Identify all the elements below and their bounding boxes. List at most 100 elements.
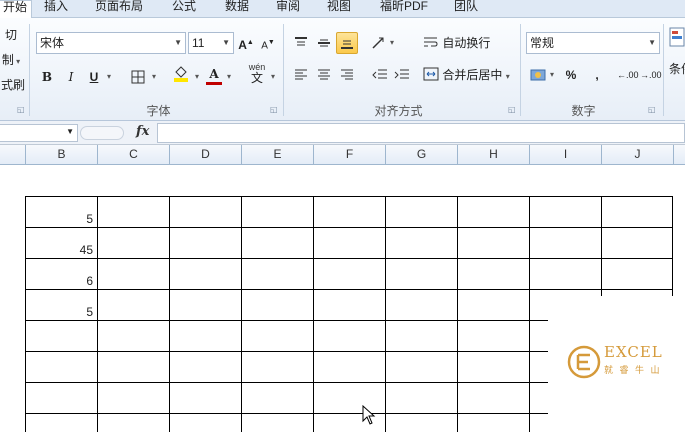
- font-name-combo[interactable]: 宋体 ▼: [36, 32, 186, 54]
- name-box-resize-handle[interactable]: [80, 126, 124, 140]
- align-bottom-button[interactable]: [336, 32, 358, 54]
- font-size-combo[interactable]: 11 ▼: [188, 32, 234, 54]
- cell-b-value[interactable]: 6: [26, 274, 96, 288]
- chevron-down-icon: ▼: [174, 38, 182, 47]
- tab-page-layout[interactable]: 页面布局: [95, 0, 143, 18]
- column-header-f[interactable]: F: [313, 145, 385, 165]
- phonetic-char: 文: [250, 71, 263, 85]
- group-divider: [283, 24, 284, 116]
- copy-button[interactable]: 制 ▾: [0, 49, 22, 71]
- decrease-decimal-button[interactable]: →.00: [640, 64, 662, 86]
- align-right-icon: [341, 69, 353, 80]
- insert-function-icon[interactable]: fx: [136, 124, 149, 139]
- font-color-button[interactable]: A: [205, 63, 223, 85]
- percent-button[interactable]: %: [563, 64, 579, 86]
- font-launcher-icon[interactable]: ◱: [270, 105, 278, 114]
- shrink-font-button[interactable]: A▼: [260, 32, 276, 54]
- underline-button[interactable]: U: [84, 66, 104, 88]
- align-right-button[interactable]: [337, 64, 357, 86]
- grid-line: [25, 289, 673, 290]
- font-color-swatch: [206, 82, 222, 85]
- decrease-indent-icon: [372, 69, 387, 79]
- name-box[interactable]: ▼: [0, 124, 78, 142]
- orientation-button[interactable]: [370, 32, 388, 54]
- increase-indent-icon: [394, 69, 409, 79]
- chevron-down-icon[interactable]: ▾: [548, 64, 556, 86]
- wrap-text-button[interactable]: 自动换行: [423, 32, 495, 54]
- align-left-button[interactable]: [291, 64, 311, 86]
- ribbon: 切 制 ▾ 式刷 ◱ 宋体 ▼ 11 ▼ A▲ A▼ B I U ▾ ▾ ▾ A…: [0, 18, 685, 121]
- conditional-format-button[interactable]: [668, 26, 685, 56]
- clipboard-launcher-icon[interactable]: ◱: [17, 105, 25, 114]
- column-header-h[interactable]: H: [457, 145, 529, 165]
- alignment-launcher-icon[interactable]: ◱: [508, 105, 516, 114]
- column-header-k-partial[interactable]: [673, 145, 685, 165]
- borders-icon: [131, 70, 145, 84]
- tab-review[interactable]: 审阅: [276, 0, 300, 18]
- align-middle-button[interactable]: [314, 32, 334, 54]
- tab-insert[interactable]: 插入: [44, 0, 68, 18]
- border-button[interactable]: [128, 66, 148, 88]
- group-divider: [29, 24, 30, 116]
- font-group-label: 字体: [146, 104, 171, 118]
- merge-center-button[interactable]: 合并后居中 ▾: [423, 64, 515, 86]
- tab-data[interactable]: 数据: [225, 0, 249, 18]
- align-center-button[interactable]: [314, 64, 334, 86]
- chevron-down-icon[interactable]: ▾: [224, 66, 234, 88]
- cell-b-value[interactable]: 45: [26, 243, 96, 257]
- conditional-format-label: 条件: [669, 62, 685, 76]
- chevron-down-icon[interactable]: ▾: [388, 32, 396, 54]
- column-header-i[interactable]: I: [529, 145, 601, 165]
- grid-line: [457, 196, 458, 432]
- align-top-button[interactable]: [291, 32, 311, 54]
- column-header-c[interactable]: C: [97, 145, 169, 165]
- align-center-icon: [318, 69, 330, 80]
- number-launcher-icon[interactable]: ◱: [648, 105, 656, 114]
- cell-b-value[interactable]: 5: [26, 305, 96, 319]
- tab-view[interactable]: 视图: [327, 0, 351, 18]
- merge-center-label: 合并后居中: [442, 68, 503, 82]
- column-header-j[interactable]: J: [601, 145, 673, 165]
- comma-style-button[interactable]: ,: [590, 64, 604, 86]
- merge-center-icon: [423, 67, 439, 81]
- fill-color-button[interactable]: [171, 64, 191, 86]
- column-header-a-partial[interactable]: [0, 145, 25, 165]
- cell-b-value[interactable]: 5: [26, 212, 96, 226]
- italic-button[interactable]: I: [62, 66, 80, 88]
- font-size-value: 11: [192, 36, 205, 50]
- decrease-indent-button[interactable]: [370, 64, 390, 86]
- cut-button[interactable]: 切: [0, 24, 22, 46]
- column-header-d[interactable]: D: [169, 145, 241, 165]
- bold-button[interactable]: B: [38, 66, 56, 88]
- number-format-combo[interactable]: 常规 ▼: [526, 32, 660, 54]
- column-header-b[interactable]: B: [25, 145, 97, 165]
- grid-line: [25, 258, 673, 259]
- tab-home[interactable]: 开始: [0, 0, 33, 19]
- currency-icon: [530, 69, 546, 81]
- tab-team[interactable]: 团队: [454, 0, 478, 18]
- formula-input[interactable]: [157, 123, 685, 143]
- chevron-down-icon[interactable]: ▾: [268, 66, 278, 88]
- grid-line: [169, 196, 170, 432]
- tab-formulas[interactable]: 公式: [172, 0, 196, 18]
- phonetic-button[interactable]: wén 文: [247, 62, 267, 90]
- chevron-down-icon[interactable]: ▾: [192, 66, 202, 88]
- formula-bar: ▼ fx: [0, 121, 685, 145]
- column-header-e[interactable]: E: [241, 145, 313, 165]
- grid-line: [25, 196, 673, 197]
- increase-indent-button[interactable]: [392, 64, 412, 86]
- decrease-decimal-icon: →.00: [640, 70, 662, 80]
- grow-font-button[interactable]: A▲: [238, 32, 254, 54]
- number-group-label: 数字: [571, 104, 596, 118]
- watermark-logo-icon: [567, 345, 601, 379]
- column-header-g[interactable]: G: [385, 145, 457, 165]
- number-format-value: 常规: [530, 36, 555, 50]
- increase-decimal-button[interactable]: ←.00: [617, 64, 639, 86]
- alignment-group-label: 对齐方式: [374, 104, 423, 118]
- chevron-down-icon[interactable]: ▾: [104, 66, 114, 88]
- format-painter-button[interactable]: 式刷: [0, 74, 26, 96]
- chevron-down-icon[interactable]: ▾: [149, 66, 159, 88]
- tab-foxit-pdf[interactable]: 福昕PDF: [380, 0, 428, 18]
- accounting-format-button[interactable]: [528, 64, 548, 86]
- chevron-down-icon: ▼: [648, 38, 656, 47]
